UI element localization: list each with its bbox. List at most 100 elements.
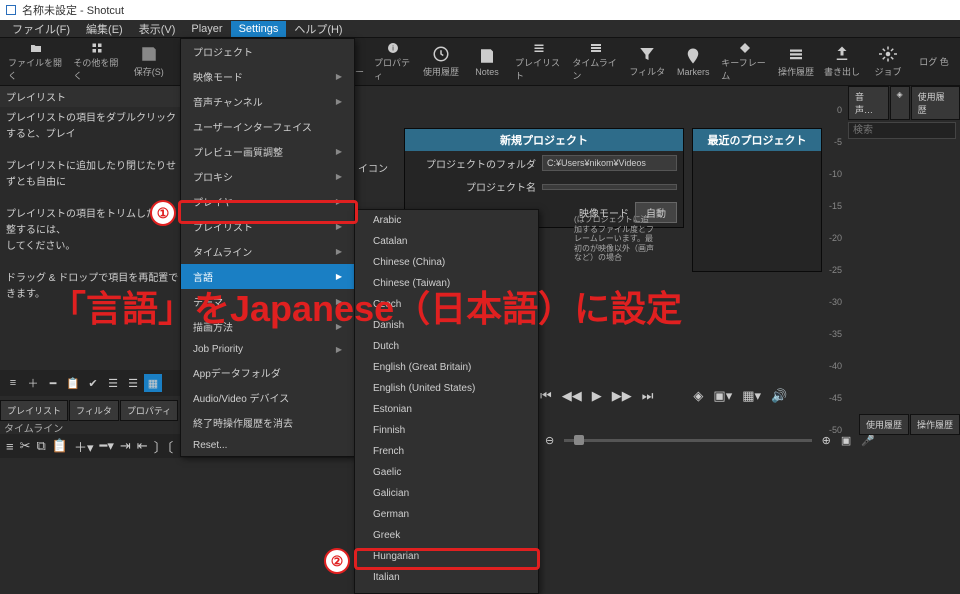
open-other-button[interactable]: その他を開く: [69, 40, 124, 84]
check-icon[interactable]: ✔: [84, 374, 102, 392]
tab-filter[interactable]: フィルタ: [69, 400, 119, 421]
zoom-in-icon[interactable]: ⊕: [822, 434, 831, 447]
player-diamond-icon[interactable]: ◈: [693, 388, 703, 404]
mi-player[interactable]: プレイヤー▶: [181, 189, 354, 214]
lang-gaelic[interactable]: Gaelic: [355, 462, 538, 483]
mi-video-mode[interactable]: 映像モード▶: [181, 64, 354, 89]
menu-help[interactable]: ヘルプ(H): [286, 19, 350, 39]
property-button[interactable]: i プロパティ: [370, 40, 417, 84]
search-input[interactable]: [848, 122, 956, 139]
chip-diamond[interactable]: ◈: [890, 86, 910, 120]
skip-start-icon[interactable]: ⏮: [540, 388, 552, 404]
notes-button[interactable]: Notes: [465, 40, 509, 84]
rewind-icon[interactable]: ◀◀: [562, 388, 582, 404]
split-icon[interactable]: 〕〔: [154, 437, 174, 456]
main-toolbar: ファイルを開く その他を開く 保存(S) メーター i プロパティ 使用履歴 N…: [0, 38, 960, 86]
lang-dutch[interactable]: Dutch: [355, 336, 538, 357]
mi-project[interactable]: プロジェクト: [181, 39, 354, 64]
list-icon[interactable]: ≡: [4, 374, 22, 392]
paste2-icon[interactable]: 📋: [52, 438, 68, 454]
copy-icon[interactable]: ⧉: [37, 438, 46, 454]
detail-icon[interactable]: ☰: [104, 374, 122, 392]
mi-job-priority[interactable]: Job Priority▶: [181, 339, 354, 360]
lift-icon[interactable]: ⇤: [137, 438, 148, 454]
timeline-button[interactable]: タイムライン: [568, 40, 623, 84]
hint-text: (はプロジェクトに追加するファイル度とフレームレーいます。最初のが映像以外（画声…: [574, 215, 654, 263]
fit-icon[interactable]: ▣: [841, 434, 851, 447]
save-button[interactable]: 保存(S): [127, 40, 171, 84]
mi-ui[interactable]: ユーザーインターフェイス: [181, 114, 354, 139]
mi-audio-channel[interactable]: 音声チャンネル▶: [181, 89, 354, 114]
mi-av-device[interactable]: Audio/Video デバイス: [181, 385, 354, 410]
lang-chinese-china[interactable]: Chinese (China): [355, 252, 538, 273]
lang-english-gb[interactable]: English (Great Britain): [355, 357, 538, 378]
list2-icon[interactable]: ☰: [124, 374, 142, 392]
open-file-button[interactable]: ファイルを開く: [4, 40, 67, 84]
lang-estonian[interactable]: Estonian: [355, 399, 538, 420]
export-button[interactable]: 書き出し: [820, 40, 864, 84]
mi-playlist[interactable]: プレイリスト▶: [181, 214, 354, 239]
menu-file[interactable]: ファイル(F): [4, 19, 78, 39]
filter-button[interactable]: フィルタ: [625, 40, 669, 84]
lang-greek[interactable]: Greek: [355, 525, 538, 546]
minus-icon[interactable]: ━▾: [100, 438, 114, 454]
tab-property[interactable]: プロパティ: [120, 400, 178, 421]
log-color-button[interactable]: ログ 色: [912, 40, 956, 84]
history-button[interactable]: 使用履歴: [419, 40, 463, 84]
overwrite-icon[interactable]: ⇥: [120, 438, 131, 454]
mi-preview-quality[interactable]: プレビュー画質調整▶: [181, 139, 354, 164]
mi-clear-history[interactable]: 終了時操作履歴を消去: [181, 410, 354, 435]
menu-settings[interactable]: Settings: [231, 21, 287, 37]
chip-audio[interactable]: 音声…: [848, 86, 889, 120]
pin-icon: [684, 47, 702, 65]
remove-icon[interactable]: ━: [44, 374, 62, 392]
mi-appdata[interactable]: Appデータフォルダ: [181, 360, 354, 385]
lang-german[interactable]: German: [355, 504, 538, 525]
lang-catalan[interactable]: Catalan: [355, 231, 538, 252]
lang-hungarian[interactable]: Hungarian: [355, 546, 538, 567]
mic-icon[interactable]: 🎤: [861, 434, 875, 447]
cut-icon[interactable]: ✂: [20, 438, 31, 454]
zoom-fit-icon[interactable]: ▣▾: [713, 388, 732, 404]
tab-playlist[interactable]: プレイリスト: [0, 400, 68, 421]
skip-end-icon[interactable]: ⏭: [642, 388, 654, 404]
menu-player[interactable]: Player: [183, 21, 230, 37]
lang-galician[interactable]: Galician: [355, 483, 538, 504]
tl-menu-icon[interactable]: ≡: [6, 439, 14, 454]
job-button[interactable]: ジョブ: [866, 40, 910, 84]
mi-timeline[interactable]: タイムライン▶: [181, 239, 354, 264]
note-icon: [478, 47, 496, 65]
lang-italian[interactable]: Italian: [355, 567, 538, 588]
name-input[interactable]: [542, 184, 677, 190]
playlist-pane: プレイリスト プレイリストの項目をダブルクリックすると、プレイ プレイリストに追…: [0, 86, 190, 307]
rbtab-history[interactable]: 使用履歴: [859, 414, 909, 435]
markers-button[interactable]: Markers: [671, 40, 715, 84]
menu-view[interactable]: 表示(V): [131, 19, 184, 39]
mi-reset[interactable]: Reset...: [181, 435, 354, 456]
op-history-button[interactable]: 操作履歴: [774, 40, 818, 84]
add-icon[interactable]: ＋: [24, 374, 42, 392]
paste-icon[interactable]: 📋: [64, 374, 82, 392]
folder-value[interactable]: C:¥Users¥nikom¥Videos: [542, 155, 677, 171]
lang-english-us[interactable]: English (United States): [355, 378, 538, 399]
zoom-slider[interactable]: [564, 439, 811, 442]
zoom-out-icon[interactable]: ⊖: [545, 434, 554, 447]
mi-proxy[interactable]: プロキシ▶: [181, 164, 354, 189]
plus-icon[interactable]: ＋▾: [74, 437, 94, 456]
play-icon[interactable]: ▶: [592, 388, 602, 404]
menu-edit[interactable]: 編集(E): [78, 19, 131, 39]
keyframe-button[interactable]: キーフレーム: [717, 40, 772, 84]
lang-arabic[interactable]: Arabic: [355, 210, 538, 231]
grid-toggle-icon[interactable]: ▦▾: [742, 388, 761, 404]
playlist-button[interactable]: プレイリスト: [511, 40, 566, 84]
volume-icon[interactable]: 🔊: [771, 388, 787, 404]
ffwd-icon[interactable]: ▶▶: [612, 388, 632, 404]
grid-icon[interactable]: ▦: [144, 374, 162, 392]
annotation-text: 「言語」をJapanese（日本語）に設定: [50, 280, 682, 332]
rbtab-ophistory[interactable]: 操作履歴: [910, 414, 960, 435]
language-submenu: Arabic Catalan Chinese (China) Chinese (…: [354, 209, 539, 594]
lang-finnish[interactable]: Finnish: [355, 420, 538, 441]
lang-french[interactable]: French: [355, 441, 538, 462]
lang-japanese[interactable]: Japanese: [355, 588, 538, 594]
chip-history[interactable]: 使用履歴: [911, 86, 960, 120]
